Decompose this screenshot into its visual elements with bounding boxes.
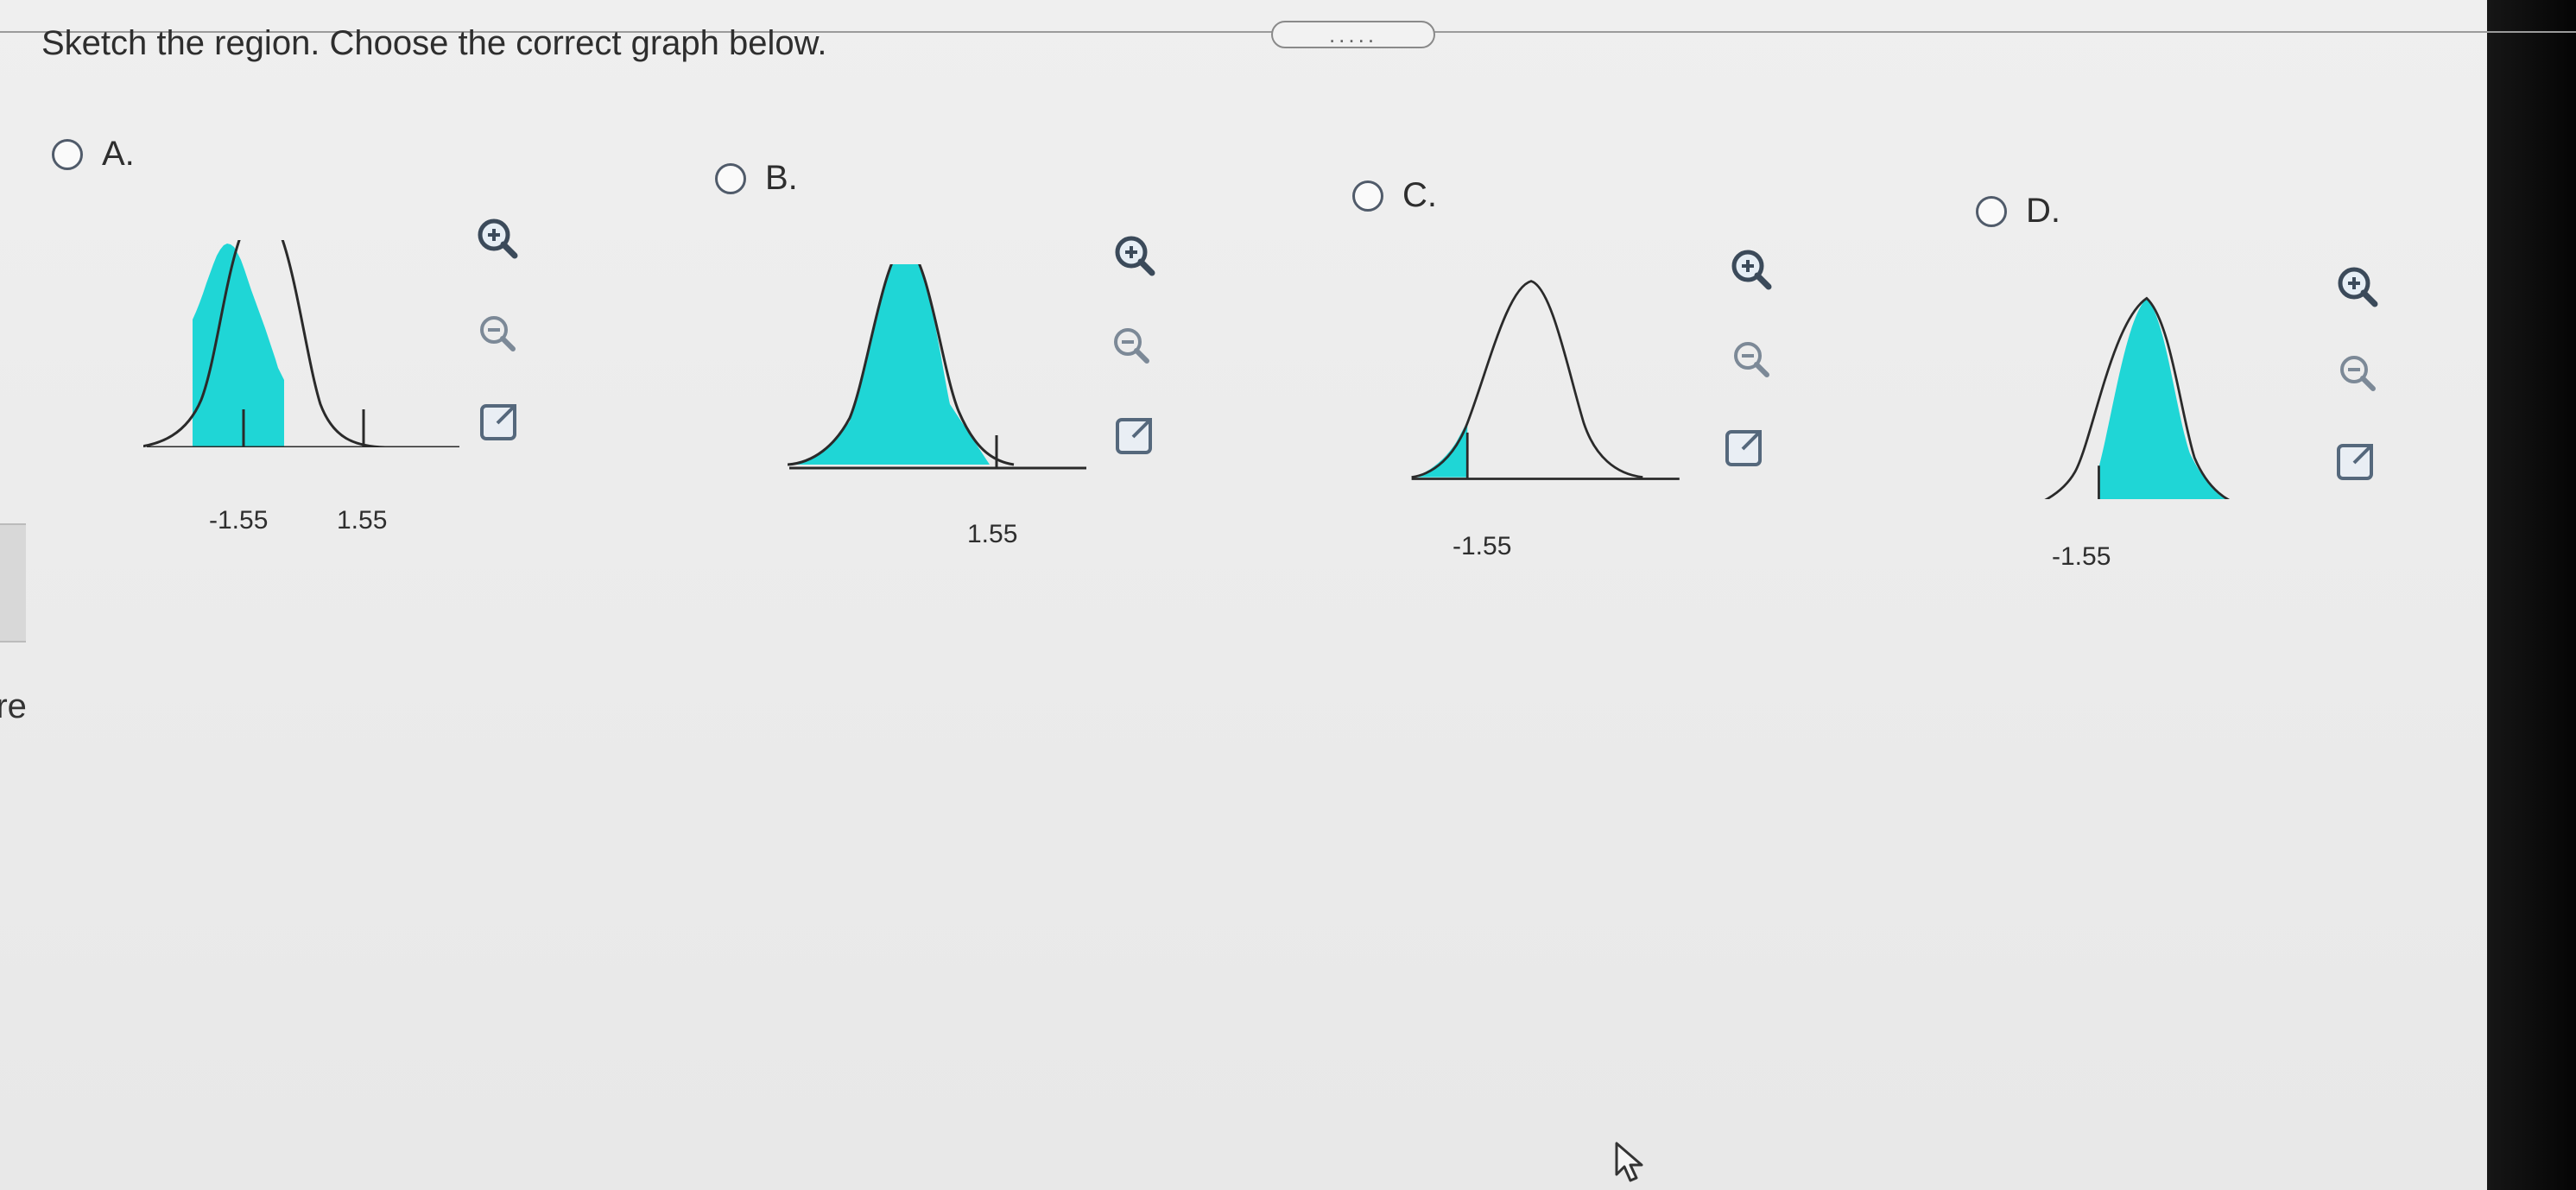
- graph-b: [788, 264, 1086, 470]
- graph-a-label-neg: -1.55: [209, 506, 269, 535]
- graph-d-label: -1.55: [2052, 542, 2111, 571]
- option-d-zoom-in[interactable]: [2333, 263, 2382, 311]
- mouse-cursor-icon: [1615, 1142, 1643, 1182]
- left-panel-edge: [0, 523, 26, 642]
- option-d-popout[interactable]: [2333, 437, 2382, 485]
- monitor-bezel: [2487, 0, 2576, 1190]
- graph-c-shade: [1413, 421, 1468, 478]
- option-d-label: D.: [2026, 192, 2060, 230]
- option-d[interactable]: D.: [1976, 192, 2060, 231]
- graph-d: [2044, 296, 2231, 499]
- option-c-label: C.: [1402, 176, 1437, 214]
- graph-a-shade: [193, 244, 284, 447]
- screen: [0, 0, 2487, 1190]
- option-a-zoom-out[interactable]: [473, 309, 522, 358]
- graph-c-curve: [1411, 280, 1643, 478]
- zoom-in-icon: [478, 218, 518, 259]
- zoom-in-icon: [1115, 236, 1155, 276]
- option-b-popout[interactable]: [1112, 411, 1161, 459]
- radio-d[interactable]: [1976, 195, 2007, 227]
- option-a[interactable]: A.: [52, 135, 135, 174]
- graph-a: [143, 240, 459, 447]
- option-a-zoom-in[interactable]: [473, 214, 522, 263]
- graph-b-shade: [789, 264, 990, 465]
- option-d-zoom-out[interactable]: [2333, 349, 2382, 397]
- option-b-label: B.: [765, 159, 798, 197]
- zoom-out-icon: [1114, 328, 1149, 364]
- option-c-zoom-in[interactable]: [1727, 245, 1775, 294]
- radio-c[interactable]: [1352, 180, 1383, 212]
- graph-b-label: 1.55: [967, 520, 1018, 548]
- option-c-zoom-out[interactable]: [1727, 335, 1775, 383]
- zoom-out-icon: [2340, 356, 2376, 391]
- graph-d-shade: [2098, 298, 2227, 499]
- graph-c: [1411, 280, 1680, 480]
- popout-icon: [2337, 444, 2373, 480]
- zoom-in-icon: [2338, 267, 2378, 307]
- popout-icon: [1116, 418, 1152, 454]
- question-text: Sketch the region. Choose the correct gr…: [41, 24, 827, 62]
- radio-b[interactable]: [715, 162, 746, 194]
- option-b-zoom-in[interactable]: [1111, 231, 1159, 280]
- graph-c-label: -1.55: [1453, 532, 1512, 560]
- option-a-popout[interactable]: [477, 397, 525, 446]
- popout-icon: [480, 404, 516, 440]
- option-a-label: A.: [102, 135, 135, 173]
- popout-icon: [1725, 430, 1762, 466]
- drag-handle[interactable]: .....: [1271, 21, 1435, 48]
- graph-a-label-pos: 1.55: [337, 506, 388, 535]
- option-c-popout[interactable]: [1722, 423, 1770, 472]
- zoom-in-icon: [1731, 250, 1772, 290]
- radio-a[interactable]: [52, 138, 83, 170]
- left-partial-text: rre: [0, 687, 27, 725]
- zoom-out-icon: [1734, 342, 1769, 377]
- option-c[interactable]: C.: [1352, 176, 1437, 215]
- option-b[interactable]: B.: [715, 159, 798, 198]
- option-b-zoom-out[interactable]: [1107, 321, 1155, 370]
- zoom-out-icon: [480, 316, 516, 351]
